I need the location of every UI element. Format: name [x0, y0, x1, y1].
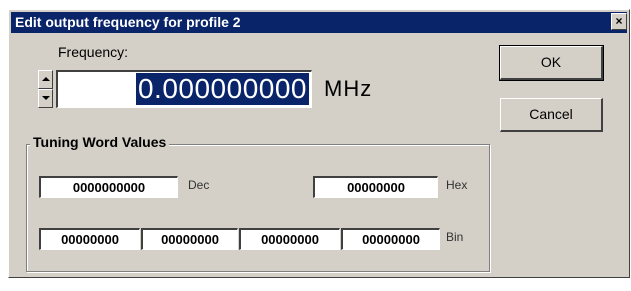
window-title: Edit output frequency for profile 2	[15, 14, 241, 30]
close-icon: ×	[615, 14, 623, 28]
binary-field-2[interactable]: 00000000	[141, 228, 238, 250]
cancel-button[interactable]: Cancel	[500, 98, 603, 132]
hex-label: Hex	[446, 178, 468, 192]
spin-down-arrow-icon	[42, 96, 50, 100]
close-button[interactable]: ×	[611, 13, 627, 30]
spin-up-arrow-icon	[42, 77, 50, 81]
binary-field-3[interactable]: 00000000	[239, 228, 340, 250]
binary-field-1[interactable]: 00000000	[39, 228, 140, 250]
decimal-label: Dec	[188, 178, 210, 192]
binary-field-4[interactable]: 00000000	[341, 228, 440, 250]
frequency-input[interactable]: 0.000000000	[56, 70, 312, 108]
frequency-value: 0.000000000	[135, 73, 309, 105]
hex-field[interactable]: 00000000	[313, 176, 438, 198]
decimal-field[interactable]: 0000000000	[39, 176, 178, 198]
frequency-spinner[interactable]	[38, 70, 53, 108]
ok-button[interactable]: OK	[499, 45, 604, 81]
spin-down-button[interactable]	[38, 89, 53, 108]
spin-up-button[interactable]	[38, 70, 53, 89]
title-bar: Edit output frequency for profile 2 ×	[11, 12, 627, 33]
tuning-word-group-title: Tuning Word Values	[30, 134, 170, 150]
tuning-word-group	[26, 144, 490, 272]
binary-label: Bin	[446, 230, 464, 244]
frequency-label: Frequency:	[58, 44, 129, 60]
frequency-unit: MHz	[324, 76, 373, 101]
